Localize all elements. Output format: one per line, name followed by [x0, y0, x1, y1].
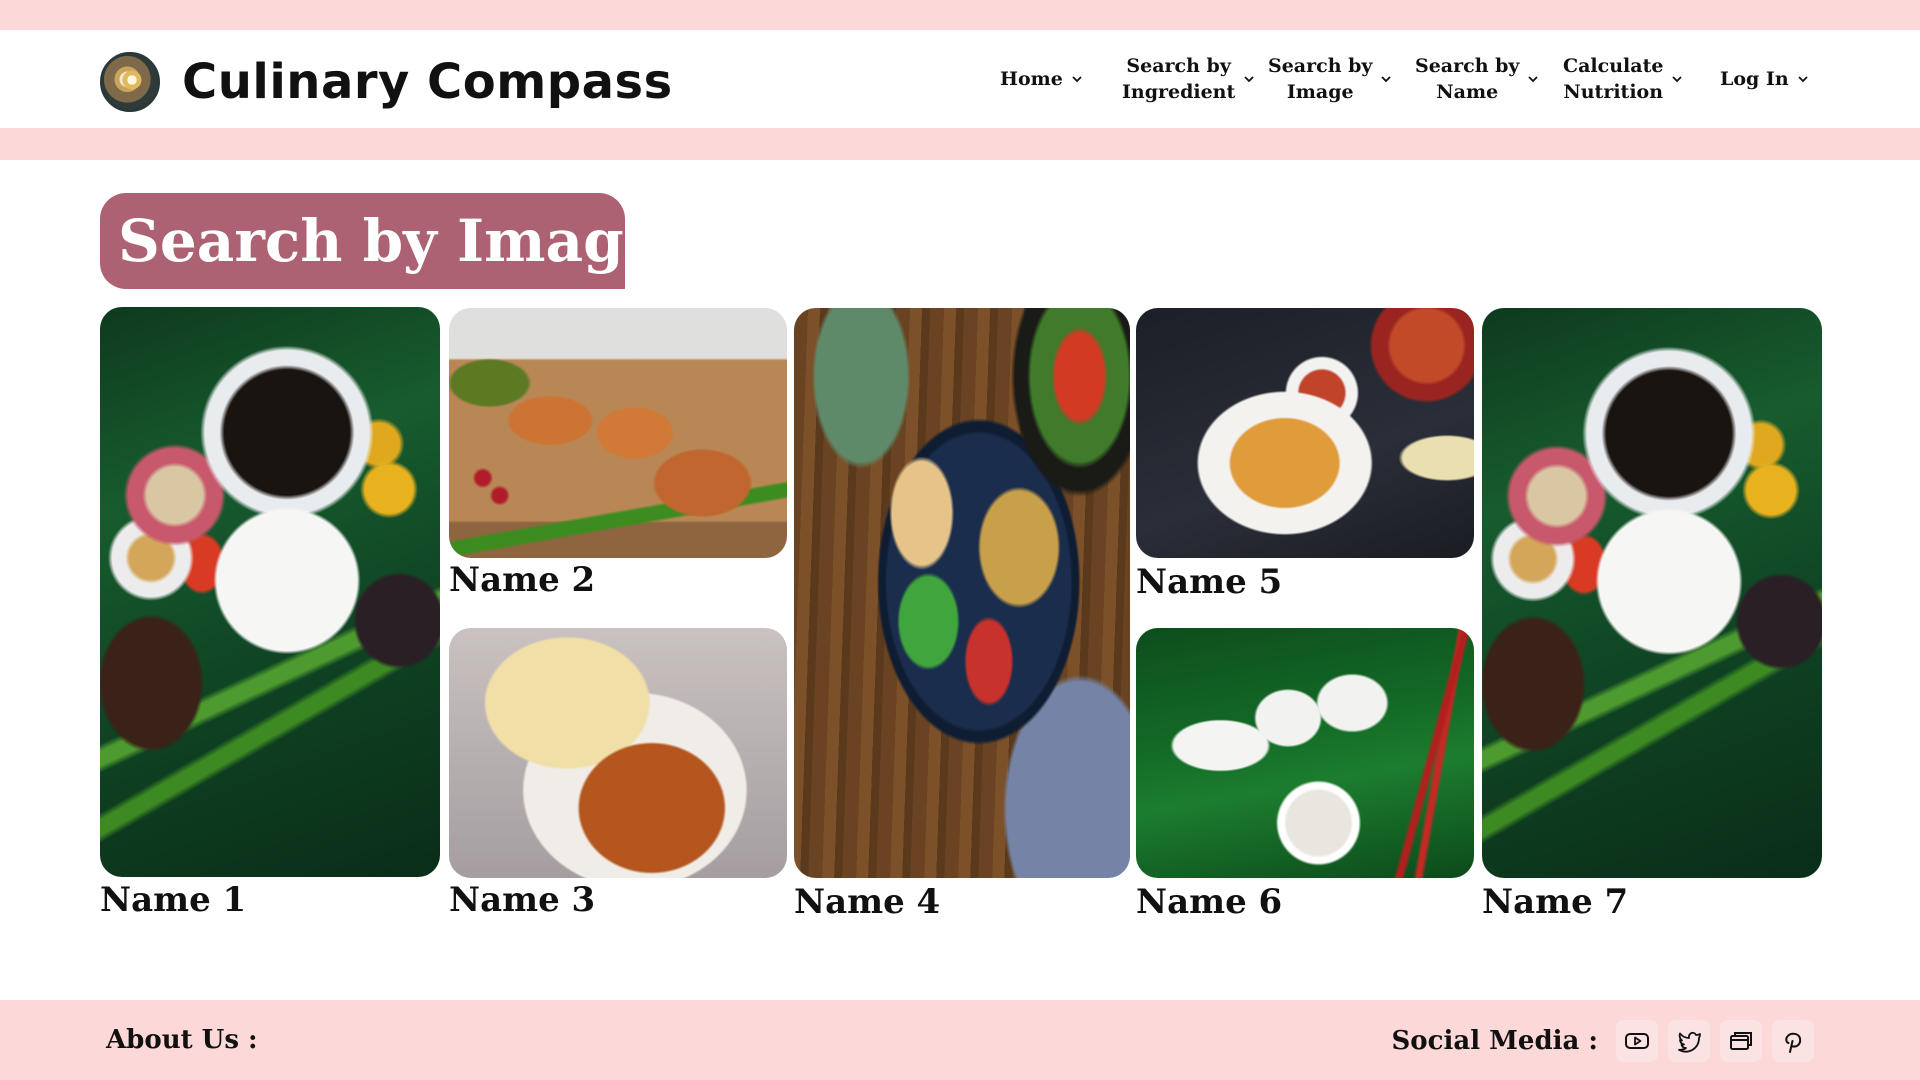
youtube-icon [1625, 1033, 1649, 1049]
nav-search-name-line2: Name [1436, 81, 1499, 103]
result-name-3[interactable]: Name 3 [449, 880, 595, 920]
chevron-down-icon [1798, 76, 1808, 83]
chevron-down-icon [1672, 76, 1683, 83]
chevron-down-icon [1244, 76, 1254, 83]
browser-icon [1730, 1032, 1752, 1050]
nav-calculate-nutrition[interactable]: Calculate Nutrition [1563, 53, 1683, 105]
nav-search-name[interactable]: Search by Name [1415, 53, 1539, 105]
nav-search-ingredient-line2: Ingredient [1122, 81, 1236, 103]
twitter-icon [1678, 1031, 1701, 1053]
result-image-2[interactable] [449, 308, 787, 558]
youtube-button[interactable] [1616, 1020, 1658, 1062]
social-media: Social Media : [1392, 1020, 1814, 1062]
top-strip [0, 0, 1920, 30]
nav-log-in[interactable]: Log In [1720, 66, 1809, 92]
result-image-5[interactable] [1136, 308, 1474, 558]
chevron-down-icon [1072, 76, 1082, 83]
browser-button[interactable] [1720, 1020, 1762, 1062]
result-name-2[interactable]: Name 2 [449, 560, 595, 600]
chevron-down-icon [1528, 76, 1539, 83]
result-name-5[interactable]: Name 5 [1136, 562, 1282, 602]
nav-search-name-line1: Search by [1415, 55, 1520, 77]
nav-home[interactable]: Home [1000, 66, 1083, 92]
nav-search-ingredient[interactable]: Search by Ingredient [1122, 53, 1255, 105]
chevron-down-icon [1381, 76, 1392, 83]
nav-calculate-nutrition-line1: Calculate [1563, 55, 1664, 77]
nav-log-in-label: Log In [1720, 68, 1789, 90]
pinterest-button[interactable] [1772, 1020, 1814, 1062]
social-media-label: Social Media : [1391, 1026, 1598, 1056]
pinterest-icon [1785, 1032, 1802, 1053]
nav-home-label: Home [1000, 68, 1063, 90]
nav-calculate-nutrition-line2: Nutrition [1563, 81, 1664, 103]
nav-search-image-line2: Image [1286, 81, 1354, 103]
main-nav: Home Search by Ingredient Search by Imag… [0, 30, 1920, 128]
twitter-button[interactable] [1668, 1020, 1710, 1062]
result-name-4[interactable]: Name 4 [794, 882, 940, 922]
about-us-link[interactable]: About Us : [106, 1025, 258, 1055]
nav-search-image[interactable]: Search by Image [1268, 53, 1392, 105]
result-image-6[interactable] [1136, 628, 1474, 878]
result-name-6[interactable]: Name 6 [1136, 882, 1282, 922]
result-image-4[interactable] [794, 308, 1130, 878]
result-image-7[interactable] [1482, 308, 1822, 878]
nav-search-image-line1: Search by [1268, 55, 1373, 77]
result-name-1[interactable]: Name 1 [100, 880, 246, 920]
site-footer: About Us : Social Media : [0, 1000, 1920, 1080]
header-band [0, 128, 1920, 160]
result-image-3[interactable] [449, 628, 787, 878]
result-name-7[interactable]: Name 7 [1482, 882, 1628, 922]
page-title: Search by Image : [100, 193, 702, 289]
nav-search-ingredient-line1: Search by [1126, 55, 1231, 77]
result-image-1[interactable] [100, 307, 440, 877]
site-header: Culinary Compass Home Search by Ingredie… [0, 30, 1920, 128]
